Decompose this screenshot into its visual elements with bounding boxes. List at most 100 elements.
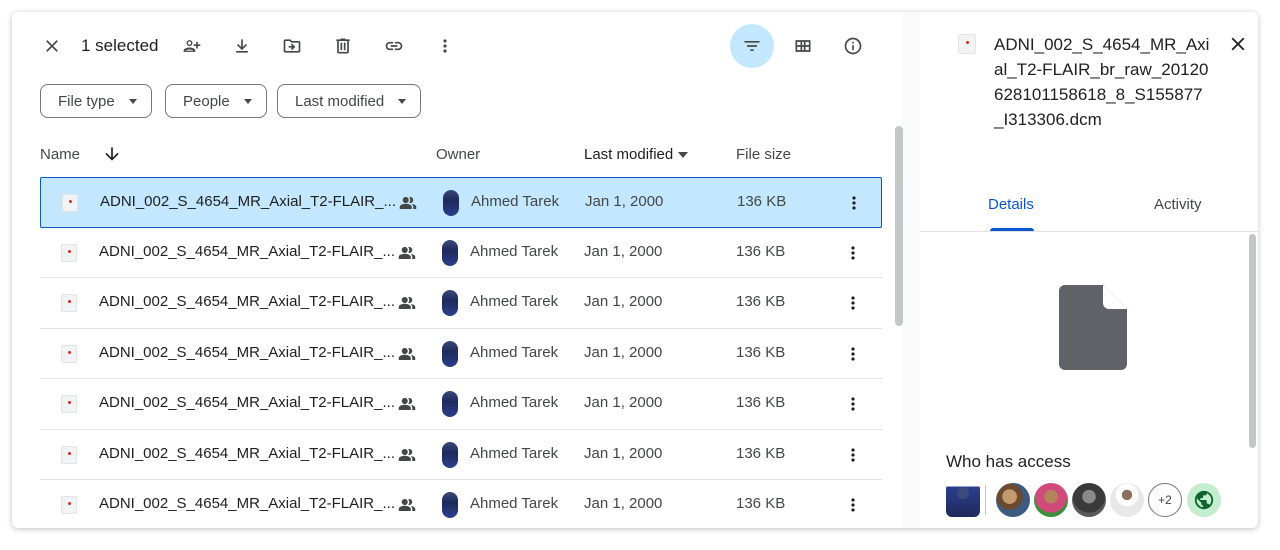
access-divider [985, 485, 986, 515]
file-name: ADNI_002_S_4654_MR_Axial_T2-FLAIR_... [99, 495, 395, 512]
close-icon [46, 40, 58, 52]
download-icon [236, 39, 248, 53]
close-details-button[interactable] [1218, 24, 1258, 64]
file-name: ADNI_002_S_4654_MR_Axial_T2-FLAIR_... [99, 293, 395, 310]
table-row[interactable]: ADNI_002_S_4654_MR_Axial_T2-FLAIR_... Ahm… [40, 430, 882, 480]
tab-details[interactable]: Details [988, 196, 1034, 213]
chevron-down-icon [128, 98, 137, 104]
row-more-button[interactable] [842, 393, 864, 415]
grid-view-icon [795, 40, 811, 52]
delete-button[interactable] [323, 26, 363, 66]
move-button[interactable] [272, 26, 312, 66]
user-avatar[interactable] [1110, 483, 1144, 517]
user-avatar[interactable] [1072, 483, 1106, 517]
column-header-owner: Owner [436, 146, 481, 163]
tabs-divider [920, 231, 1258, 232]
shared-icon [398, 395, 416, 413]
more-icon [844, 193, 864, 213]
details-file-title: ADNI_002_S_4654_MR_Axial_T2-FLAIR_br_raw… [994, 35, 1210, 129]
more-icon [843, 243, 863, 263]
close-icon [1231, 37, 1245, 51]
table-row[interactable]: ADNI_002_S_4654_MR_Axial_T2-FLAIR_... Ahm… [40, 278, 882, 329]
file-name: ADNI_002_S_4654_MR_Axial_T2-FLAIR_... [99, 394, 395, 411]
column-header-last-modified[interactable]: Last modified [584, 146, 689, 163]
shared-icon [398, 446, 416, 464]
last-modified-date: Jan 1, 2000 [584, 293, 663, 310]
column-header-name[interactable]: Name [40, 146, 80, 163]
public-access-button[interactable] [1187, 483, 1221, 517]
last-modified-filter[interactable]: Last modified [277, 84, 422, 118]
last-modified-date: Jan 1, 2000 [585, 193, 664, 210]
owner-name: Ahmed Tarek [470, 495, 559, 512]
row-more-button[interactable] [842, 494, 864, 516]
details-panel: ADNI_002_S_4654_MR_Axial_T2-FLAIR_br_raw… [920, 12, 1258, 528]
file-list-scrollbar[interactable] [895, 126, 903, 326]
more-users-count[interactable]: +2 [1148, 483, 1182, 517]
dicom-file-icon [61, 243, 77, 262]
owner-name: Ahmed Tarek [470, 242, 559, 260]
last-modified-date: Jan 1, 2000 [584, 343, 663, 361]
table-row[interactable]: ADNI_002_S_4654_MR_Axial_T2-FLAIR_... Ahm… [40, 228, 882, 278]
drive-window: 1 selected File type People Last modifie… [12, 12, 1258, 528]
row-more-button[interactable] [843, 192, 865, 214]
owner-avatar [442, 290, 458, 316]
row-more-button[interactable] [842, 444, 864, 466]
row-more-button[interactable] [842, 292, 864, 314]
dicom-file-icon [62, 194, 78, 212]
people-filter[interactable]: People [165, 84, 267, 118]
tab-activity[interactable]: Activity [1154, 196, 1202, 213]
move-icon [283, 39, 301, 53]
dicom-file-icon [61, 344, 77, 363]
more-actions-button[interactable] [425, 26, 465, 66]
table-row[interactable]: ADNI_002_S_4654_MR_Axial_T2-FLAIR_... Ahm… [40, 177, 882, 228]
file-type-filter-label: File type [58, 92, 115, 110]
owner-avatar[interactable] [946, 483, 980, 517]
share-button[interactable] [172, 26, 212, 66]
copy-link-button[interactable] [374, 26, 414, 66]
shared-icon [398, 244, 416, 262]
close-selection-button[interactable] [32, 26, 72, 66]
file-name: ADNI_002_S_4654_MR_Axial_T2-FLAIR_... [100, 193, 396, 210]
user-avatar[interactable] [996, 483, 1030, 517]
shared-icon [398, 496, 416, 514]
file-size: 136 KB [736, 495, 786, 512]
file-size: 136 KB [736, 444, 786, 462]
filter-icon [744, 41, 760, 51]
more-icon [843, 293, 863, 313]
dicom-file-icon [958, 34, 976, 54]
shared-icon [398, 294, 416, 312]
download-button[interactable] [222, 26, 262, 66]
table-row[interactable]: ADNI_002_S_4654_MR_Axial_T2-FLAIR_... Ahm… [40, 379, 882, 430]
file-type-filter[interactable]: File type [40, 84, 152, 118]
table-row[interactable]: ADNI_002_S_4654_MR_Axial_T2-FLAIR_... Ahm… [40, 329, 882, 379]
table-row[interactable]: ADNI_002_S_4654_MR_Axial_T2-FLAIR_... Ahm… [40, 480, 882, 528]
file-name: ADNI_002_S_4654_MR_Axial_T2-FLAIR_... [99, 444, 395, 462]
file-name: ADNI_002_S_4654_MR_Axial_T2-FLAIR_... [99, 343, 395, 361]
file-size: 136 KB [736, 343, 786, 361]
who-has-access-heading: Who has access [946, 452, 1071, 471]
chevron-down-icon [398, 98, 407, 104]
row-more-button[interactable] [842, 343, 864, 365]
owner-avatar [443, 190, 459, 216]
last-modified-date: Jan 1, 2000 [584, 444, 663, 462]
file-name: ADNI_002_S_4654_MR_Axial_T2-FLAIR_... [99, 242, 395, 260]
owner-name: Ahmed Tarek [470, 444, 559, 462]
last-modified-date: Jan 1, 2000 [584, 394, 663, 411]
trash-icon [336, 38, 350, 54]
more-icon [843, 394, 863, 414]
dicom-file-icon [61, 395, 77, 413]
owner-name: Ahmed Tarek [471, 193, 560, 210]
user-avatar[interactable] [1034, 483, 1068, 517]
row-more-button[interactable] [842, 242, 864, 264]
dicom-file-icon [61, 496, 77, 514]
details-info-button[interactable] [833, 26, 873, 66]
sort-direction-button[interactable] [102, 144, 122, 164]
details-scrollbar[interactable] [1249, 234, 1256, 448]
people-filter-label: People [183, 92, 230, 110]
more-icon [843, 344, 863, 364]
grid-view-button[interactable] [783, 26, 823, 66]
filter-button[interactable] [730, 24, 774, 68]
file-size: 136 KB [736, 242, 786, 260]
file-size: 136 KB [736, 394, 786, 411]
more-icon [843, 445, 863, 465]
